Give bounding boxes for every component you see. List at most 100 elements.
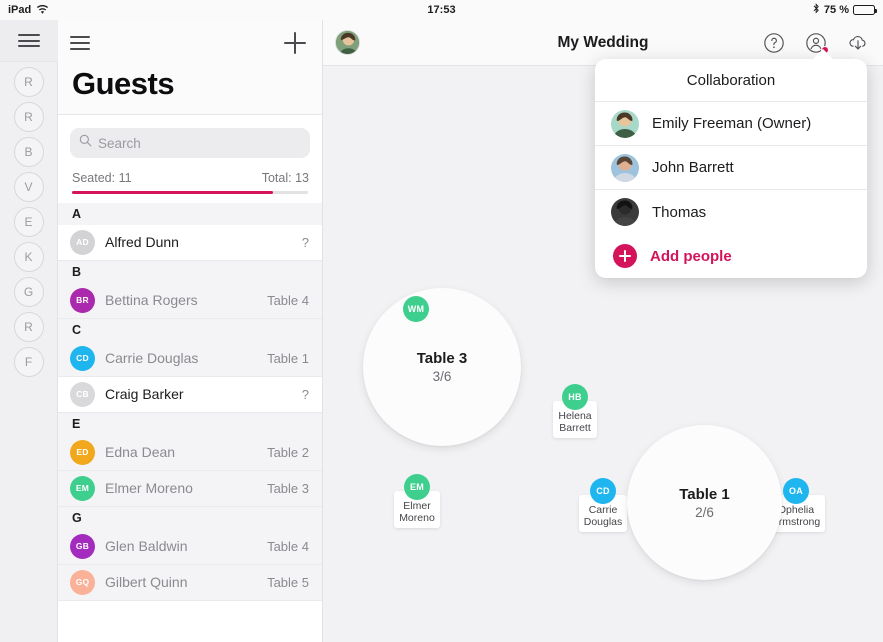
- section-header-G: G: [58, 506, 322, 529]
- section-header-B: B: [58, 260, 322, 283]
- guest-name: Edna Dean: [105, 444, 176, 460]
- guest-table-assignment: Table 1: [267, 350, 309, 366]
- collaborator-name: Emily Freeman (Owner): [652, 115, 812, 132]
- seat-avatar: HB: [562, 384, 588, 410]
- collaborator-name: John Barrett: [652, 159, 734, 176]
- rail-badge-0[interactable]: R: [13, 67, 44, 97]
- rail-badge-3[interactable]: V: [13, 172, 44, 202]
- guest-name: Craig Barker: [105, 386, 184, 402]
- table-circle[interactable]: Table 1 2/6: [627, 425, 782, 580]
- table-circle[interactable]: Table 3 3/6: [363, 288, 521, 446]
- clock: 17:53: [427, 4, 456, 16]
- guest-row[interactable]: CD Carrie Douglas Table 1: [58, 340, 322, 377]
- rail-badge-4[interactable]: E: [13, 207, 44, 237]
- collaborator-row[interactable]: Thomas: [595, 190, 867, 234]
- guests-navbar: [58, 20, 322, 66]
- search-container: Search: [58, 115, 322, 158]
- rail-badge-6[interactable]: G: [13, 277, 44, 307]
- rail-badge-5[interactable]: K: [13, 242, 44, 272]
- guest-row[interactable]: BR Bettina Rogers Table 4: [58, 282, 322, 319]
- section-header-A: A: [58, 202, 322, 225]
- popover-title: Collaboration: [595, 59, 867, 102]
- status-bar-right: 75 %: [813, 3, 877, 17]
- collaborator-name: Thomas: [652, 203, 707, 221]
- add-guest-button[interactable]: [282, 30, 308, 56]
- guest-name: Glen Baldwin: [105, 538, 188, 554]
- collaborator-row[interactable]: Emily Freeman (Owner): [595, 102, 867, 146]
- battery-percent: 75 %: [823, 4, 849, 16]
- section-header-C: C: [58, 318, 322, 341]
- guest-table-assignment: Table 5: [267, 574, 309, 590]
- seat-avatar: CD: [590, 478, 616, 504]
- guest-table-assignment: Table 4: [267, 538, 309, 554]
- guest-avatar: ED: [70, 439, 95, 465]
- guest-name: Elmer Moreno: [105, 480, 193, 496]
- rail-badge-7[interactable]: R: [13, 312, 44, 342]
- collaborator-avatar: [611, 153, 639, 182]
- rail-badge-1[interactable]: R: [13, 102, 44, 132]
- add-people-label: Add people: [650, 247, 732, 265]
- guest-counts: Seated: 11 Total: 13: [58, 158, 322, 191]
- guest-name: Carrie Douglas: [105, 350, 199, 366]
- guest-avatar: AD: [70, 229, 95, 255]
- guest-list: A AD Alfred Dunn? B BR Bettina Rogers Table 4 C…: [58, 202, 322, 601]
- collaborator-avatar: [611, 109, 639, 138]
- hamburger-icon[interactable]: [70, 33, 90, 53]
- search-input[interactable]: Search: [70, 128, 310, 158]
- popover-arrow: [812, 49, 834, 60]
- guest-row[interactable]: GQ Gilbert Quinn Table 5: [58, 564, 322, 601]
- table-capacity: 2/6: [695, 504, 714, 520]
- table-name: Table 3: [416, 350, 468, 367]
- guest-avatar: EM: [70, 475, 95, 501]
- seat-avatar: OA: [783, 478, 809, 504]
- icon-rail: RRBVEKGRF: [0, 20, 58, 642]
- guest-avatar: CD: [70, 345, 95, 371]
- seated-progress-bar: [72, 191, 308, 194]
- collaborator-avatar: [611, 198, 639, 226]
- total-count: Total: 13: [261, 171, 309, 185]
- guest-row[interactable]: EM Elmer Moreno Table 3: [58, 470, 322, 507]
- plus-circle-icon: [613, 244, 637, 268]
- guest-row[interactable]: GB Glen Baldwin Table 4: [58, 528, 322, 565]
- search-placeholder: Search: [98, 135, 141, 151]
- guest-row[interactable]: ED Edna Dean Table 2: [58, 434, 322, 471]
- guest-avatar: GQ: [70, 569, 95, 595]
- guest-table-assignment: Table 4: [267, 292, 309, 308]
- rail-badge-2[interactable]: B: [13, 137, 44, 167]
- user-avatar[interactable]: [335, 30, 360, 55]
- seat-chip[interactable]: EM Elmer Moreno: [374, 474, 460, 528]
- table-capacity: 3/6: [432, 369, 452, 384]
- guest-avatar: BR: [70, 287, 95, 313]
- cloud-download-icon[interactable]: [847, 32, 869, 54]
- collaborator-row[interactable]: John Barrett: [595, 146, 867, 190]
- guest-table-assignment: ?: [301, 234, 309, 250]
- guest-name: Gilbert Quinn: [105, 574, 188, 590]
- guest-row[interactable]: CB Craig Barker?: [58, 376, 322, 413]
- section-header-E: E: [58, 412, 322, 435]
- hamburger-icon: [17, 30, 40, 50]
- guest-avatar: GB: [70, 533, 95, 559]
- guest-name: Bettina Rogers: [105, 292, 198, 308]
- page-title: Guests: [58, 66, 322, 115]
- seat-avatar: WM: [403, 296, 429, 322]
- add-people-button[interactable]: Add people: [595, 234, 867, 278]
- guest-avatar: CB: [70, 381, 95, 407]
- guests-sidebar: Guests Search Seated: 11 Total: 13 A AD Al…: [58, 20, 323, 642]
- collaboration-popover: Collaboration Emily Freeman (Owner) John …: [595, 59, 867, 278]
- rail-menu-button[interactable]: [0, 20, 58, 62]
- battery-icon: [853, 5, 877, 15]
- rail-badge-list: RRBVEKGRF: [13, 62, 44, 377]
- help-circle-icon[interactable]: [763, 32, 785, 54]
- guest-table-assignment: Table 3: [267, 480, 309, 496]
- app-root: iPad 17:53 75 % RRBVEKGRF Guests Search …: [0, 0, 883, 642]
- seat-avatar: EM: [404, 474, 430, 500]
- guest-table-assignment: ?: [301, 386, 309, 402]
- table-name: Table 1: [679, 485, 730, 503]
- seated-count: Seated: 11: [72, 171, 132, 185]
- guest-row[interactable]: AD Alfred Dunn?: [58, 224, 322, 261]
- rail-badge-8[interactable]: F: [13, 347, 44, 377]
- seat-chip[interactable]: HB Helena Barrett: [532, 384, 618, 438]
- collaborator-list: Emily Freeman (Owner) John Barrett Thomas: [595, 102, 867, 234]
- status-bar: iPad 17:53 75 %: [0, 0, 883, 20]
- guest-name: Alfred Dunn: [105, 234, 179, 250]
